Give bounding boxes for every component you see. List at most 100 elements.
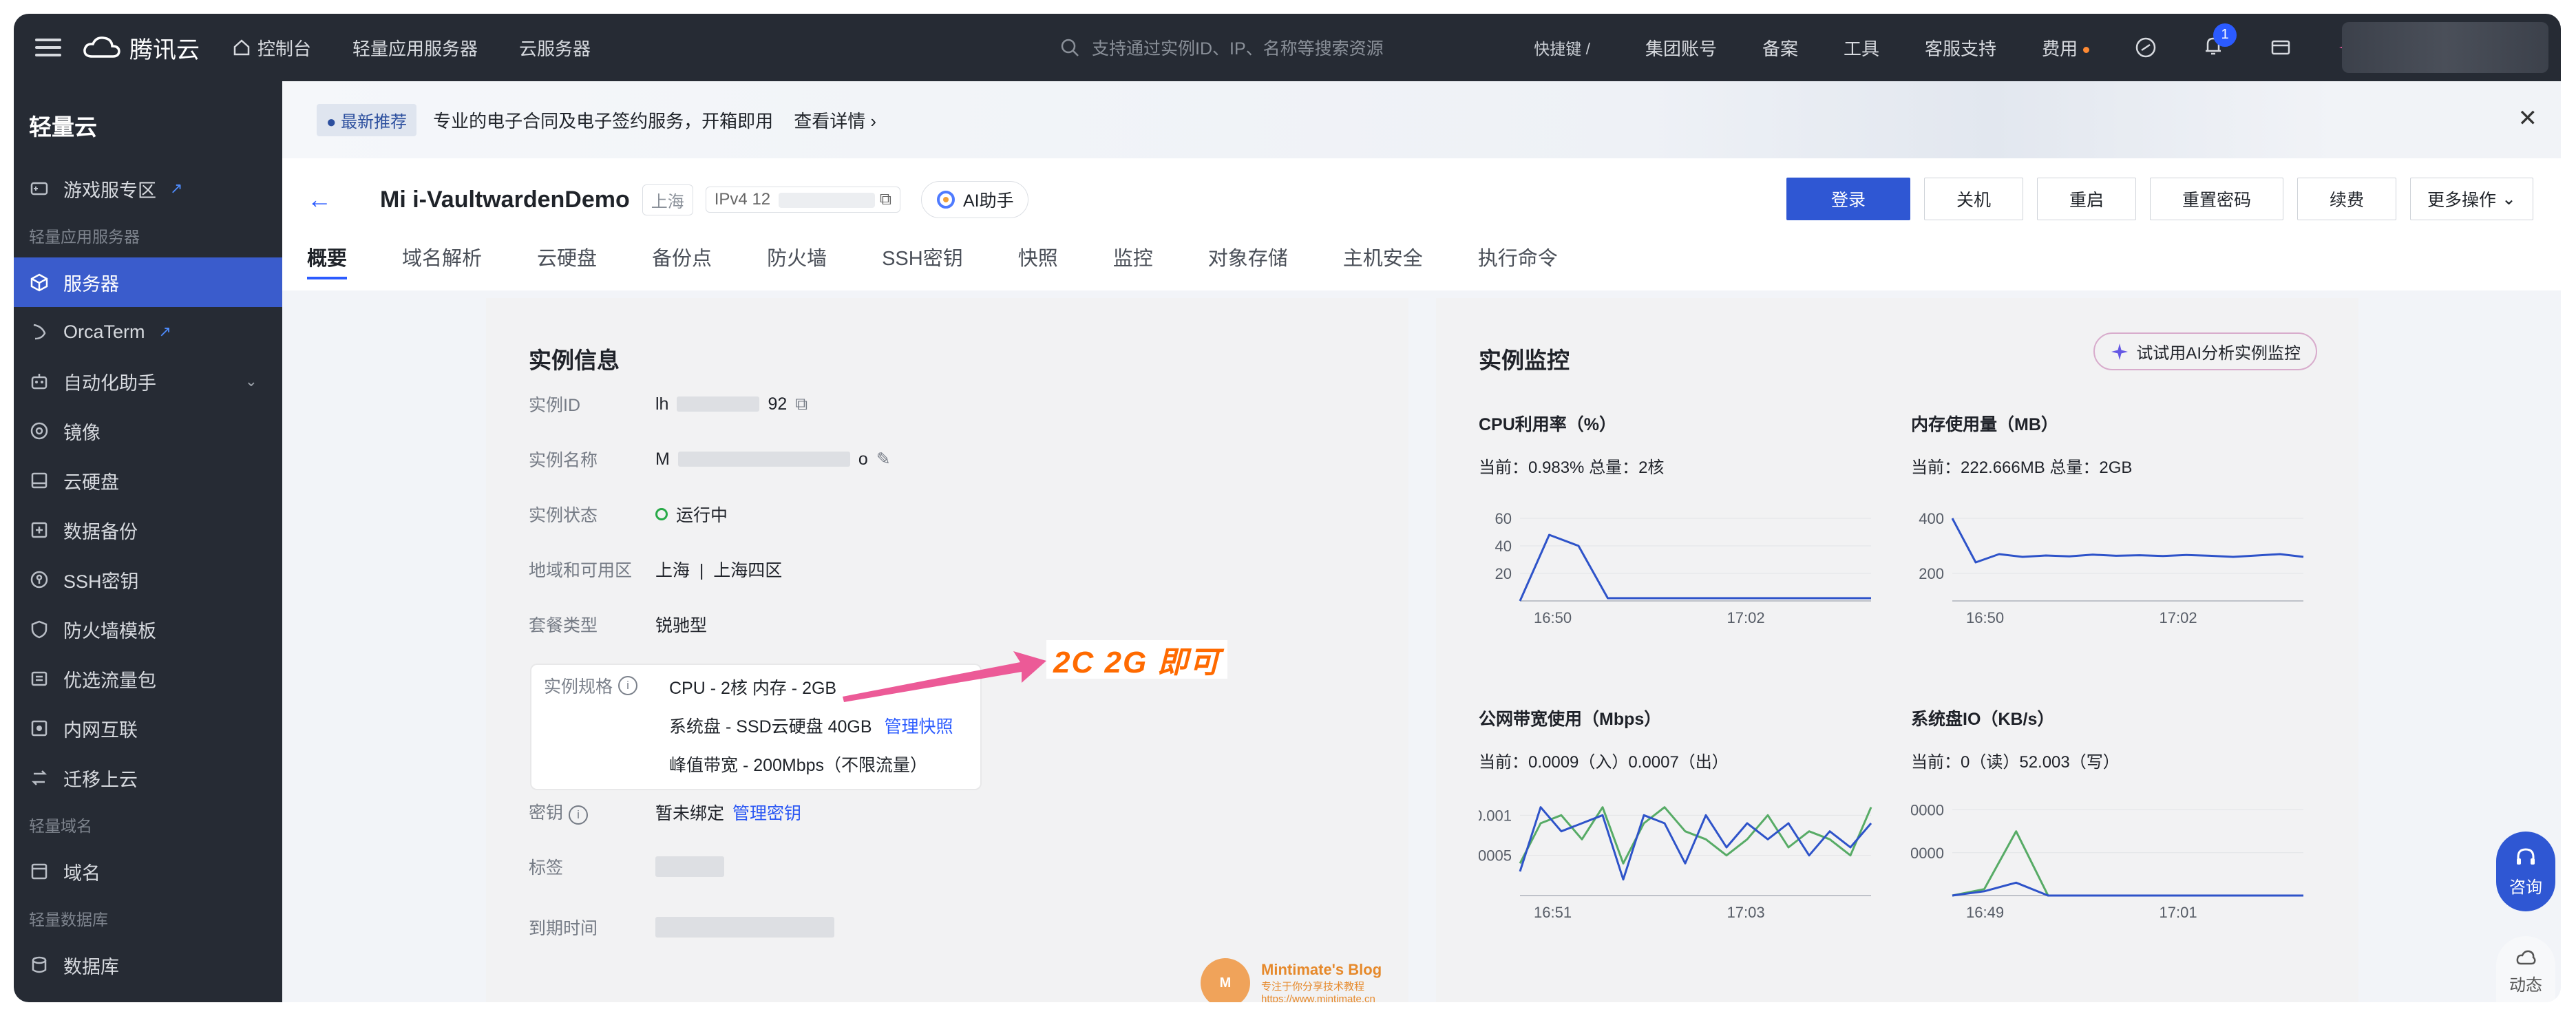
- activity-button[interactable]: 动态: [2496, 936, 2555, 1002]
- tab-backups[interactable]: 备份点: [652, 242, 712, 279]
- brand-logo[interactable]: 腾讯云: [83, 31, 200, 65]
- sidebar-item-firewall[interactable]: 防火墙模板: [14, 604, 282, 654]
- sidebar-item-disks[interactable]: 云硬盘: [14, 456, 282, 505]
- more-actions-button[interactable]: 更多操作 ⌄: [2410, 178, 2533, 220]
- sidebar-item-domain[interactable]: 域名: [14, 847, 282, 896]
- brand-name: 腾讯云: [129, 36, 200, 63]
- nav-cvm[interactable]: 云服务器: [519, 35, 591, 61]
- chart-y-tick: 20000: [1911, 845, 1944, 862]
- callout-annotation: 2C 2G 即可: [1046, 640, 1228, 679]
- manage-snapshots-link[interactable]: 管理快照: [885, 713, 953, 738]
- search-shortcut: 快捷键 /: [1534, 40, 1590, 58]
- copy-icon[interactable]: ⧉: [795, 394, 807, 414]
- ai-analyze-button[interactable]: 试试用AI分析实例监控: [2093, 332, 2317, 370]
- tab-firewall[interactable]: 防火墙: [767, 242, 827, 279]
- expiry-label: 到期时间: [529, 919, 598, 938]
- login-button[interactable]: 登录: [1786, 178, 1910, 220]
- sidebar-item-game[interactable]: 游戏服专区 ↗: [14, 164, 282, 213]
- sidebar-item-automation[interactable]: 自动化助手 ⌄: [14, 357, 282, 406]
- ai-assistant-button[interactable]: AI助手: [920, 181, 1028, 218]
- info-icon[interactable]: i: [569, 805, 589, 825]
- notification-button[interactable]: 1: [2202, 23, 2237, 61]
- nav-support[interactable]: 客服支持: [1925, 35, 1996, 61]
- io-sub: 当前：0（读）52.003（写）: [1911, 753, 2120, 772]
- manage-keys-link[interactable]: 管理密钥: [732, 800, 801, 825]
- pink-arrow-icon: [843, 651, 1046, 702]
- tags-redacted: [655, 856, 724, 877]
- consult-label: 咨询: [2509, 878, 2542, 897]
- back-arrow-icon[interactable]: ←: [307, 185, 332, 214]
- sidebar-item-backup[interactable]: 数据备份: [14, 505, 282, 555]
- plan-label: 套餐类型: [529, 616, 598, 635]
- sidebar-item-traffic[interactable]: 优选流量包: [14, 654, 282, 703]
- tab-run-command[interactable]: 执行命令: [1478, 242, 1558, 279]
- copy-icon[interactable]: ⧉: [880, 190, 891, 209]
- tab-dns[interactable]: 域名解析: [402, 242, 482, 279]
- chart-y-tick: 0.001: [1479, 807, 1512, 824]
- menu-icon[interactable]: [14, 14, 83, 81]
- nav-billing-label: 费用: [2042, 38, 2078, 59]
- key-icon: [29, 569, 50, 590]
- reset-password-button[interactable]: 重置密码: [2150, 178, 2284, 220]
- instance-header: ← Mi i-VaultwardenDemo 上海 IPv4 12 ⧉ AI助手…: [282, 158, 2561, 290]
- edit-pencil-icon[interactable]: ✎: [876, 449, 891, 469]
- chart-y-tick: 60: [1495, 510, 1512, 527]
- top-nav: 腾讯云 控制台 轻量应用服务器 云服务器 支持通过实例ID、IP、名称等搜索资源…: [14, 14, 2561, 81]
- sidebar-item-intranet[interactable]: 内网互联: [14, 703, 282, 753]
- mem-sub: 当前：222.666MB 总量：2GB: [1911, 458, 2133, 477]
- promo-more-link[interactable]: 查看详情 ›: [794, 107, 876, 133]
- account-avatar[interactable]: [2342, 22, 2548, 73]
- search-input[interactable]: 支持通过实例ID、IP、名称等搜索资源: [1092, 35, 1384, 60]
- tab-object-storage[interactable]: 对象存储: [1208, 242, 1288, 279]
- net-sub: 当前：0.0009（入）0.0007（出）: [1479, 753, 1729, 772]
- tab-disks[interactable]: 云硬盘: [537, 242, 597, 279]
- promo-tag: ● 最新推荐: [317, 103, 417, 136]
- ip-chip[interactable]: IPv4 12 ⧉: [705, 187, 900, 213]
- nav-group-account[interactable]: 集团账号: [1645, 35, 1717, 61]
- consult-button[interactable]: 咨询: [2496, 832, 2555, 911]
- monitor-title: 实例监控: [1479, 348, 1570, 373]
- chevron-down-icon: ⌄: [244, 372, 257, 390]
- sidebar-item-ssh[interactable]: SSH密钥: [14, 555, 282, 604]
- sidebar-item-database[interactable]: 数据库: [14, 940, 282, 990]
- io-chart: 20000 40000 16:49 17:01: [1911, 802, 2303, 921]
- sidebar-item-label: 数据备份: [63, 521, 138, 542]
- tab-monitoring[interactable]: 监控: [1113, 242, 1153, 279]
- status-running-icon: [655, 508, 668, 520]
- instance-id-label: 实例ID: [529, 396, 581, 415]
- tab-overview[interactable]: 概要: [307, 242, 348, 279]
- info-icon[interactable]: i: [618, 676, 638, 695]
- cpu-chart: 20 40 60 16:50 17:02: [1495, 510, 1871, 626]
- external-link-icon: ↗: [170, 180, 183, 197]
- link-icon[interactable]: [2135, 36, 2157, 59]
- spec-bandwidth: 峰值带宽 - 200Mbps（不限流量）: [669, 756, 928, 775]
- tab-host-security[interactable]: 主机安全: [1343, 242, 1423, 279]
- region-chip: 上海: [642, 184, 693, 215]
- chart-series-line: [1519, 806, 1872, 881]
- sidebar-item-orcaterm[interactable]: OrcaTerm ↗: [14, 307, 282, 357]
- global-search[interactable]: 支持通过实例ID、IP、名称等搜索资源 快捷键 /: [1046, 28, 1604, 67]
- tab-ssh[interactable]: SSH密钥: [882, 242, 963, 279]
- activity-label: 动态: [2509, 975, 2542, 995]
- close-icon[interactable]: ✕: [2518, 105, 2538, 132]
- sidebar-item-migrate[interactable]: 迁移上云: [14, 753, 282, 803]
- promo-tag-label: 最新推荐: [341, 112, 408, 131]
- action-buttons: 登录 关机 重启 重置密码 续费 更多操作 ⌄: [1786, 178, 2533, 220]
- chevron-down-icon: ⌄: [2502, 189, 2516, 209]
- nav-console[interactable]: 控制台: [233, 35, 311, 61]
- instance-title: Mi i-VaultwardenDemo: [380, 186, 630, 213]
- renew-button[interactable]: 续费: [2297, 178, 2397, 220]
- sidebar-item-label: 内网互联: [63, 719, 138, 741]
- chart-x-tick: 17:03: [1727, 904, 1765, 921]
- sidebar-item-servers[interactable]: 服务器: [14, 257, 282, 307]
- shutdown-button[interactable]: 关机: [1923, 178, 2023, 220]
- nav-tools[interactable]: 工具: [1844, 35, 1879, 61]
- card-icon[interactable]: [2270, 36, 2292, 59]
- home-icon: [233, 39, 250, 56]
- restart-button[interactable]: 重启: [2036, 178, 2136, 220]
- nav-billing[interactable]: 费用: [2042, 35, 2090, 61]
- sidebar-item-images[interactable]: 镜像: [14, 406, 282, 456]
- tab-snapshots[interactable]: 快照: [1018, 242, 1058, 279]
- nav-lighthouse[interactable]: 轻量应用服务器: [352, 35, 478, 61]
- nav-filing[interactable]: 备案: [1762, 35, 1798, 61]
